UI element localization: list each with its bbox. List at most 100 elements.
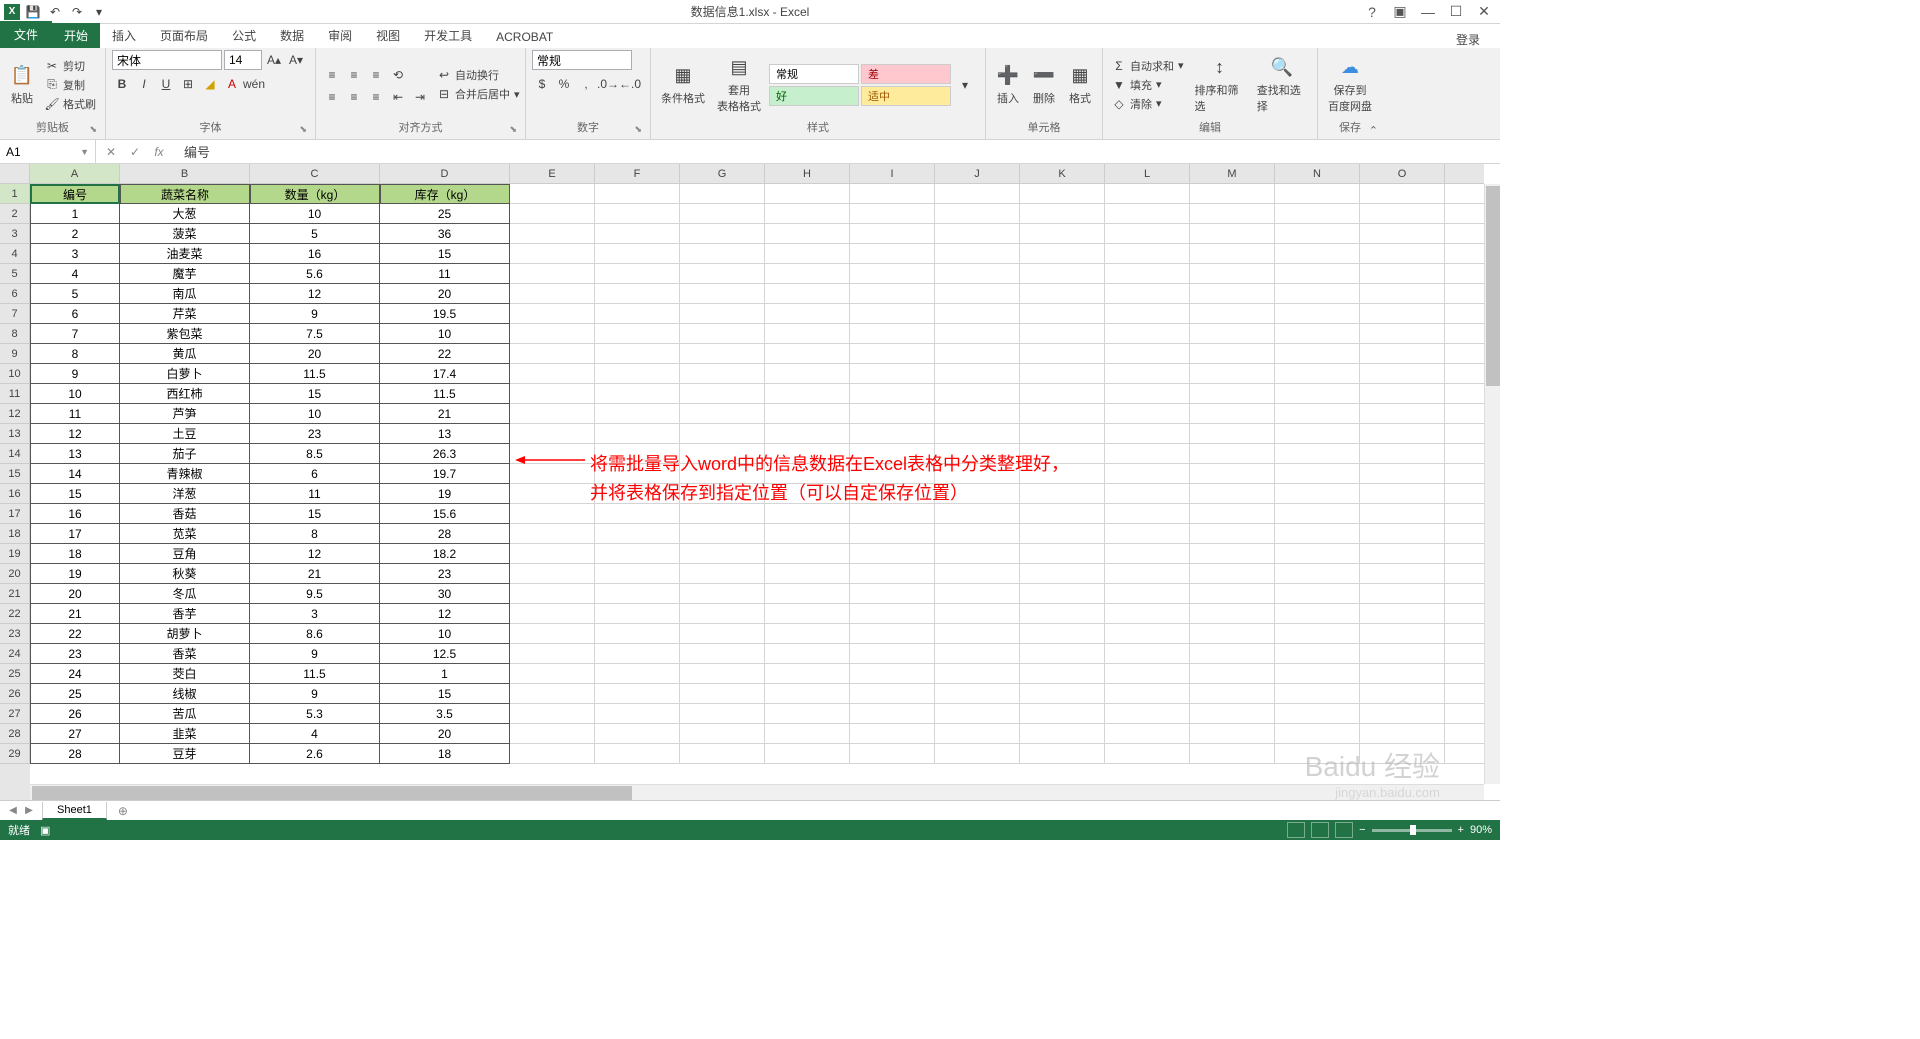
cell-D20[interactable]: 23 bbox=[380, 564, 510, 584]
align-right-icon[interactable]: ≡ bbox=[366, 87, 386, 107]
cell-L18[interactable] bbox=[1105, 524, 1190, 544]
row-header-12[interactable]: 12 bbox=[0, 404, 30, 424]
sheet-nav-prev-icon[interactable]: ◀ bbox=[6, 803, 20, 819]
comma-icon[interactable]: , bbox=[576, 74, 596, 94]
cell-N25[interactable] bbox=[1275, 664, 1360, 684]
cell-I6[interactable] bbox=[850, 284, 935, 304]
cell-J5[interactable] bbox=[935, 264, 1020, 284]
cell-H9[interactable] bbox=[765, 344, 850, 364]
cell-H28[interactable] bbox=[765, 724, 850, 744]
cell-G25[interactable] bbox=[680, 664, 765, 684]
cell-A17[interactable]: 16 bbox=[30, 504, 120, 524]
cell-B11[interactable]: 西红柿 bbox=[120, 384, 250, 404]
cell-O12[interactable] bbox=[1360, 404, 1445, 424]
cell-I7[interactable] bbox=[850, 304, 935, 324]
orientation-icon[interactable]: ⟲ bbox=[388, 65, 408, 85]
cell-P10[interactable] bbox=[1445, 364, 1484, 384]
row-header-10[interactable]: 10 bbox=[0, 364, 30, 384]
zoom-slider[interactable] bbox=[1372, 829, 1452, 832]
cell-L2[interactable] bbox=[1105, 204, 1190, 224]
cell-H18[interactable] bbox=[765, 524, 850, 544]
cell-A11[interactable]: 10 bbox=[30, 384, 120, 404]
cell-L27[interactable] bbox=[1105, 704, 1190, 724]
row-header-28[interactable]: 28 bbox=[0, 724, 30, 744]
cell-M29[interactable] bbox=[1190, 744, 1275, 764]
cell-J4[interactable] bbox=[935, 244, 1020, 264]
col-header-I[interactable]: I bbox=[850, 164, 935, 184]
cell-G29[interactable] bbox=[680, 744, 765, 764]
cell-N9[interactable] bbox=[1275, 344, 1360, 364]
cell-M1[interactable] bbox=[1190, 184, 1275, 204]
row-header-9[interactable]: 9 bbox=[0, 344, 30, 364]
cell-L22[interactable] bbox=[1105, 604, 1190, 624]
row-header-3[interactable]: 3 bbox=[0, 224, 30, 244]
cell-L11[interactable] bbox=[1105, 384, 1190, 404]
cell-H19[interactable] bbox=[765, 544, 850, 564]
cell-A4[interactable]: 3 bbox=[30, 244, 120, 264]
row-header-17[interactable]: 17 bbox=[0, 504, 30, 524]
qat-undo-icon[interactable]: ↶ bbox=[46, 3, 64, 21]
cell-O10[interactable] bbox=[1360, 364, 1445, 384]
fill-button[interactable]: ▼填充 ▾ bbox=[1109, 76, 1187, 94]
cell-K6[interactable] bbox=[1020, 284, 1105, 304]
cell-L15[interactable] bbox=[1105, 464, 1190, 484]
cell-I2[interactable] bbox=[850, 204, 935, 224]
font-name-select[interactable] bbox=[112, 50, 222, 70]
cell-B4[interactable]: 油麦菜 bbox=[120, 244, 250, 264]
cell-P17[interactable] bbox=[1445, 504, 1484, 524]
minimize-icon[interactable]: — bbox=[1418, 3, 1438, 21]
col-header-C[interactable]: C bbox=[250, 164, 380, 184]
cell-O13[interactable] bbox=[1360, 424, 1445, 444]
cell-C15[interactable]: 6 bbox=[250, 464, 380, 484]
cell-K27[interactable] bbox=[1020, 704, 1105, 724]
cell-L20[interactable] bbox=[1105, 564, 1190, 584]
cell-L13[interactable] bbox=[1105, 424, 1190, 444]
alignment-launcher-icon[interactable]: ⬊ bbox=[509, 124, 517, 135]
cell-P20[interactable] bbox=[1445, 564, 1484, 584]
number-launcher-icon[interactable]: ⬊ bbox=[634, 124, 642, 135]
row-header-16[interactable]: 16 bbox=[0, 484, 30, 504]
cell-D28[interactable]: 20 bbox=[380, 724, 510, 744]
cell-E2[interactable] bbox=[510, 204, 595, 224]
cell-P9[interactable] bbox=[1445, 344, 1484, 364]
tab-pagelayout[interactable]: 页面布局 bbox=[148, 23, 220, 48]
col-header-L[interactable]: L bbox=[1105, 164, 1190, 184]
cell-A20[interactable]: 19 bbox=[30, 564, 120, 584]
cell-A25[interactable]: 24 bbox=[30, 664, 120, 684]
border-button[interactable]: ⊞ bbox=[178, 74, 198, 94]
tab-file[interactable]: 文件 bbox=[0, 21, 52, 48]
cell-G18[interactable] bbox=[680, 524, 765, 544]
cell-J6[interactable] bbox=[935, 284, 1020, 304]
cell-I19[interactable] bbox=[850, 544, 935, 564]
cell-A26[interactable]: 25 bbox=[30, 684, 120, 704]
cell-G23[interactable] bbox=[680, 624, 765, 644]
cell-O8[interactable] bbox=[1360, 324, 1445, 344]
cell-E10[interactable] bbox=[510, 364, 595, 384]
decrease-font-icon[interactable]: A▾ bbox=[286, 50, 306, 70]
cell-F1[interactable] bbox=[595, 184, 680, 204]
cell-B8[interactable]: 紫包菜 bbox=[120, 324, 250, 344]
cell-E8[interactable] bbox=[510, 324, 595, 344]
tab-review[interactable]: 审阅 bbox=[316, 23, 364, 48]
cell-P19[interactable] bbox=[1445, 544, 1484, 564]
cell-G5[interactable] bbox=[680, 264, 765, 284]
cell-N6[interactable] bbox=[1275, 284, 1360, 304]
help-icon[interactable]: ? bbox=[1362, 3, 1382, 21]
cell-P28[interactable] bbox=[1445, 724, 1484, 744]
currency-icon[interactable]: $ bbox=[532, 74, 552, 94]
cell-M4[interactable] bbox=[1190, 244, 1275, 264]
cell-A15[interactable]: 14 bbox=[30, 464, 120, 484]
cell-F12[interactable] bbox=[595, 404, 680, 424]
cell-H25[interactable] bbox=[765, 664, 850, 684]
cell-D11[interactable]: 11.5 bbox=[380, 384, 510, 404]
row-header-27[interactable]: 27 bbox=[0, 704, 30, 724]
cell-H2[interactable] bbox=[765, 204, 850, 224]
insert-cells-button[interactable]: ➕插入 bbox=[992, 62, 1024, 108]
cell-H20[interactable] bbox=[765, 564, 850, 584]
cell-O1[interactable] bbox=[1360, 184, 1445, 204]
cell-K3[interactable] bbox=[1020, 224, 1105, 244]
cell-A13[interactable]: 12 bbox=[30, 424, 120, 444]
cell-H29[interactable] bbox=[765, 744, 850, 764]
cell-P22[interactable] bbox=[1445, 604, 1484, 624]
row-header-24[interactable]: 24 bbox=[0, 644, 30, 664]
